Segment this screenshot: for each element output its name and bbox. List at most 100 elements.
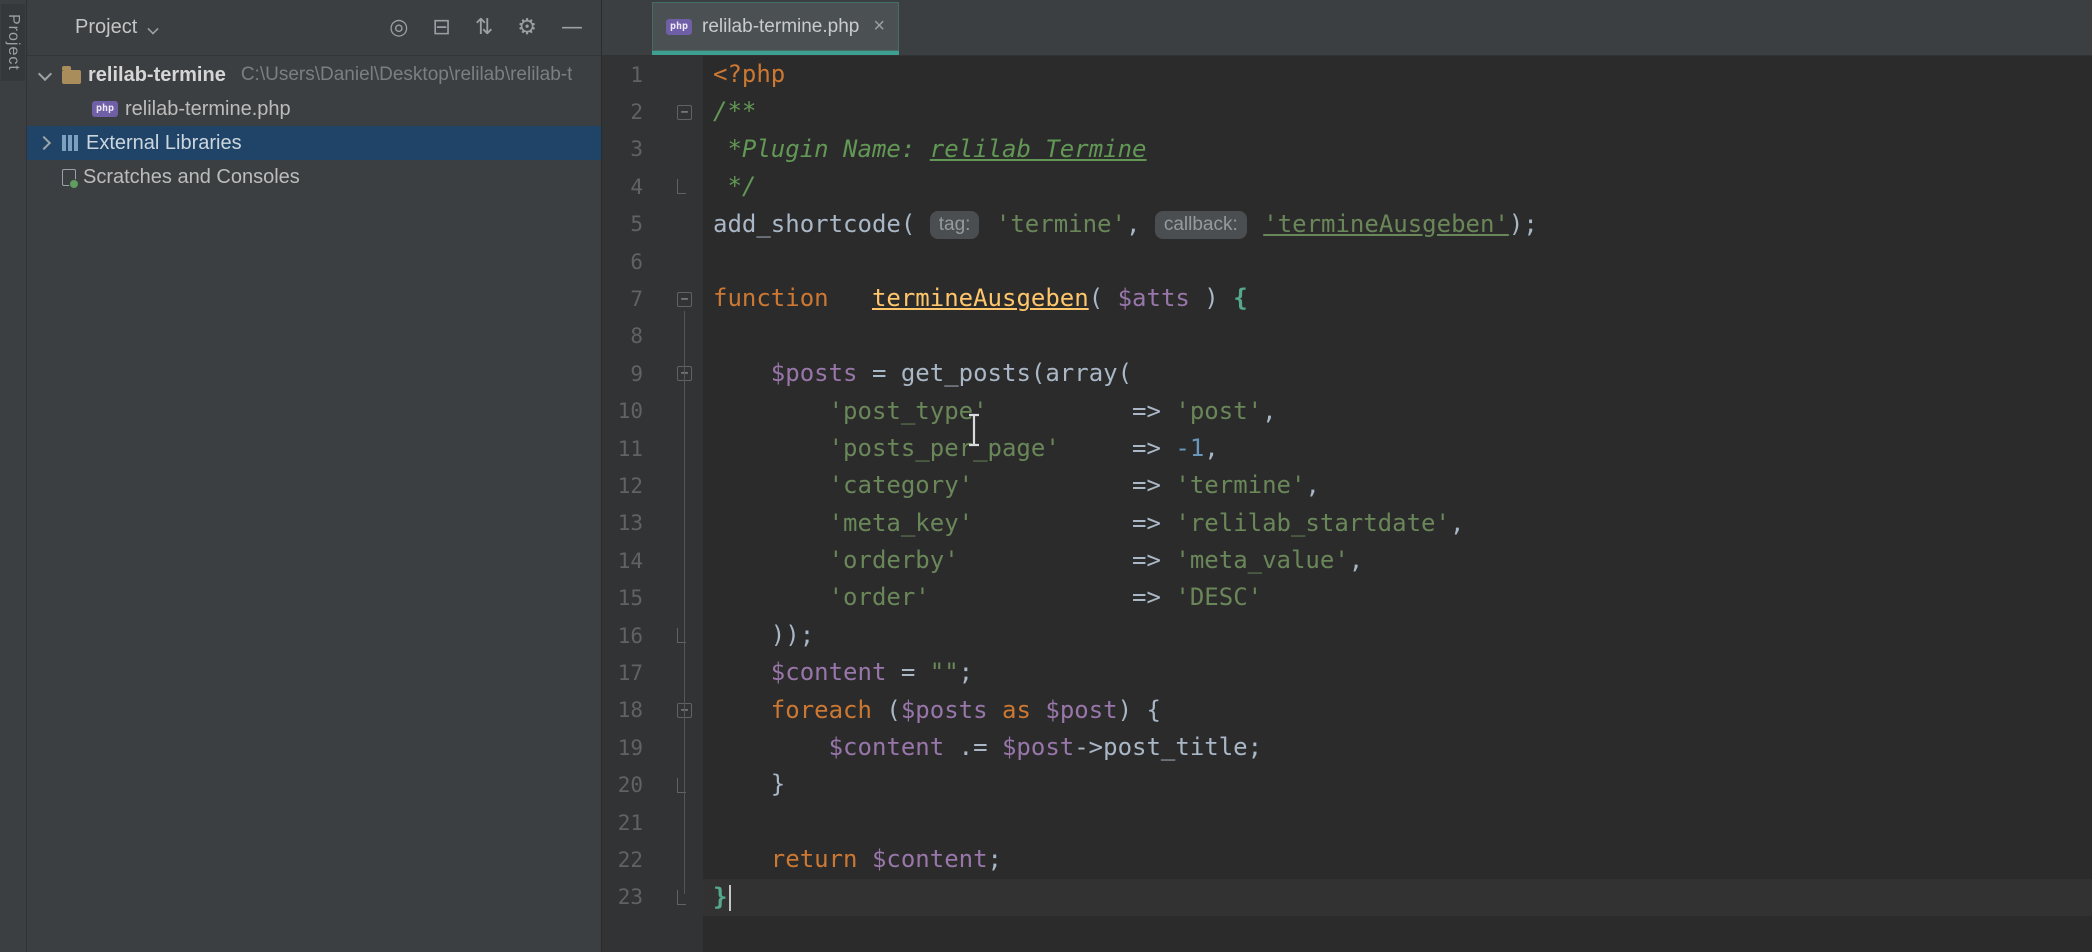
stripe-project-button[interactable]: Project	[1, 4, 25, 81]
gutter-cell: 7−	[602, 280, 703, 317]
editor-line: 10 'post_type' => 'post',	[602, 393, 2092, 430]
code-line[interactable]: return $content;	[703, 841, 2092, 878]
code-token: tag:	[930, 211, 980, 239]
gutter-cell: 8	[602, 318, 703, 355]
code-line[interactable]: 'meta_key' => 'relilab_startdate',	[703, 505, 2092, 542]
code-line[interactable]	[703, 243, 2092, 280]
code-line[interactable]: <?php	[703, 56, 2092, 93]
code-line[interactable]: $content = "";	[703, 654, 2092, 691]
code-token: 'post'	[1175, 397, 1262, 425]
code-line[interactable]: *Plugin Name: relilab Termine	[703, 131, 2092, 168]
expand-collapse-icon[interactable]: ⇅	[475, 17, 493, 39]
php-file-icon: php	[666, 19, 692, 35]
text-caret	[729, 885, 731, 911]
code-token: ,	[1126, 210, 1155, 238]
fold-column	[677, 766, 703, 803]
code-line[interactable]: 'posts_per_page' => -1,	[703, 430, 2092, 467]
code-token: *Plugin Name:	[713, 135, 930, 163]
code-token: =	[886, 658, 929, 686]
editor-line: 13 'meta_key' => 'relilab_startdate',	[602, 505, 2092, 542]
code-token	[981, 210, 995, 238]
code-token	[713, 471, 829, 499]
code-token: <?php	[713, 60, 785, 88]
code-token: (	[872, 696, 901, 724]
line-number: 4	[602, 175, 677, 199]
editor-line: 3 *Plugin Name: relilab Termine	[602, 131, 2092, 168]
fold-column: −	[677, 355, 703, 392]
fold-column	[677, 168, 703, 205]
editor-line: 19 $content .= $post->post_title;	[602, 729, 2092, 766]
code-token: 'termineAusgeben'	[1263, 210, 1509, 238]
tree-item-label: relilab-termine.php	[125, 98, 291, 121]
collapse-all-icon[interactable]: ⊟	[432, 17, 450, 39]
code-token: $posts	[771, 359, 858, 387]
code-line[interactable]: 'post_type' => 'post',	[703, 393, 2092, 430]
code-token: $posts	[901, 696, 988, 724]
code-token: 'meta_key'	[829, 509, 974, 537]
code-line[interactable]: */	[703, 168, 2092, 205]
gutter-cell: 12	[602, 467, 703, 504]
code-token: 'order'	[829, 583, 930, 611]
code-line[interactable]: function termineAusgeben( $atts ) {	[703, 280, 2092, 317]
code-line[interactable]: foreach ($posts as $post) {	[703, 692, 2092, 729]
php-icon: php	[92, 101, 118, 117]
fold-collapse-icon[interactable]: −	[677, 105, 692, 120]
editor-line: 18− foreach ($posts as $post) {	[602, 692, 2092, 729]
ide-window: Project Project ◎ ⊟ ⇅ ⚙ — relilab-termineC:\…	[0, 0, 2092, 952]
code-line[interactable]: /**	[703, 93, 2092, 130]
gutter-cell: 6	[602, 243, 703, 280]
code-token	[988, 696, 1002, 724]
locate-icon[interactable]: ◎	[389, 17, 408, 39]
fold-column	[677, 467, 703, 504]
editor-line: 7−function termineAusgeben( $atts ) {	[602, 280, 2092, 317]
project-view-selector[interactable]: Project	[75, 16, 159, 39]
gutter-cell: 13	[602, 505, 703, 542]
code-line[interactable]: $content .= $post->post_title;	[703, 729, 2092, 766]
editor-line: 8	[602, 318, 2092, 355]
gutter-cell	[602, 916, 703, 952]
tree-item-path: C:\Users\Daniel\Desktop\relilab\relilab-…	[241, 64, 573, 86]
code-token: );	[1509, 210, 1538, 238]
code-token: ) {	[1118, 696, 1161, 724]
line-number: 23	[602, 885, 677, 909]
gutter-cell: 21	[602, 804, 703, 841]
editor-line: 12 'category' => 'termine',	[602, 467, 2092, 504]
code-token: ->post_title;	[1074, 733, 1262, 761]
code-line[interactable]: }	[703, 766, 2092, 803]
editor-line: 20 }	[602, 766, 2092, 803]
code-line[interactable]: 'orderby' => 'meta_value',	[703, 542, 2092, 579]
code-line[interactable]: add_shortcode( tag: 'termine', callback:…	[703, 206, 2092, 243]
editor-line: 9− $posts = get_posts(array(	[602, 355, 2092, 392]
code-token: as	[1002, 696, 1031, 724]
settings-icon[interactable]: ⚙	[517, 17, 537, 39]
code-token: */	[713, 172, 756, 200]
code-line[interactable]	[703, 916, 2092, 952]
editor-tab-relilab-termine-php[interactable]: php relilab-termine.php ×	[652, 2, 899, 55]
tree-item-relilab-termine[interactable]: relilab-termineC:\Users\Daniel\Desktop\r…	[27, 58, 601, 92]
close-icon[interactable]: ×	[873, 15, 885, 38]
code-token: return	[771, 845, 858, 873]
code-line[interactable]: }	[703, 879, 2092, 916]
tree-item-external-libraries[interactable]: External Libraries	[27, 126, 601, 160]
hide-panel-icon[interactable]: —	[561, 17, 583, 39]
code-line[interactable]: $posts = get_posts(array(	[703, 355, 2092, 392]
code-token: ;	[988, 845, 1002, 873]
fold-column	[677, 206, 703, 243]
code-token: 'termine'	[996, 210, 1126, 238]
code-token: =>	[973, 471, 1175, 499]
fold-collapse-icon[interactable]: −	[677, 292, 692, 307]
code-line[interactable]	[703, 318, 2092, 355]
chevron-down-icon[interactable]	[35, 65, 55, 85]
gutter-cell: 18−	[602, 692, 703, 729]
tree-item-relilab-termine-php[interactable]: php relilab-termine.php	[27, 92, 601, 126]
library-icon	[62, 135, 66, 151]
tree-item-scratches-and-consoles[interactable]: Scratches and Consoles	[27, 160, 601, 194]
chevron-right-icon[interactable]	[35, 133, 55, 153]
code-line[interactable]: ));	[703, 617, 2092, 654]
code-line[interactable]: 'category' => 'termine',	[703, 467, 2092, 504]
fold-end-icon[interactable]	[677, 179, 686, 194]
code-line[interactable]	[703, 804, 2092, 841]
gutter-cell: 5	[602, 206, 703, 243]
code-token: =>	[973, 509, 1175, 537]
code-line[interactable]: 'order' => 'DESC'	[703, 579, 2092, 616]
